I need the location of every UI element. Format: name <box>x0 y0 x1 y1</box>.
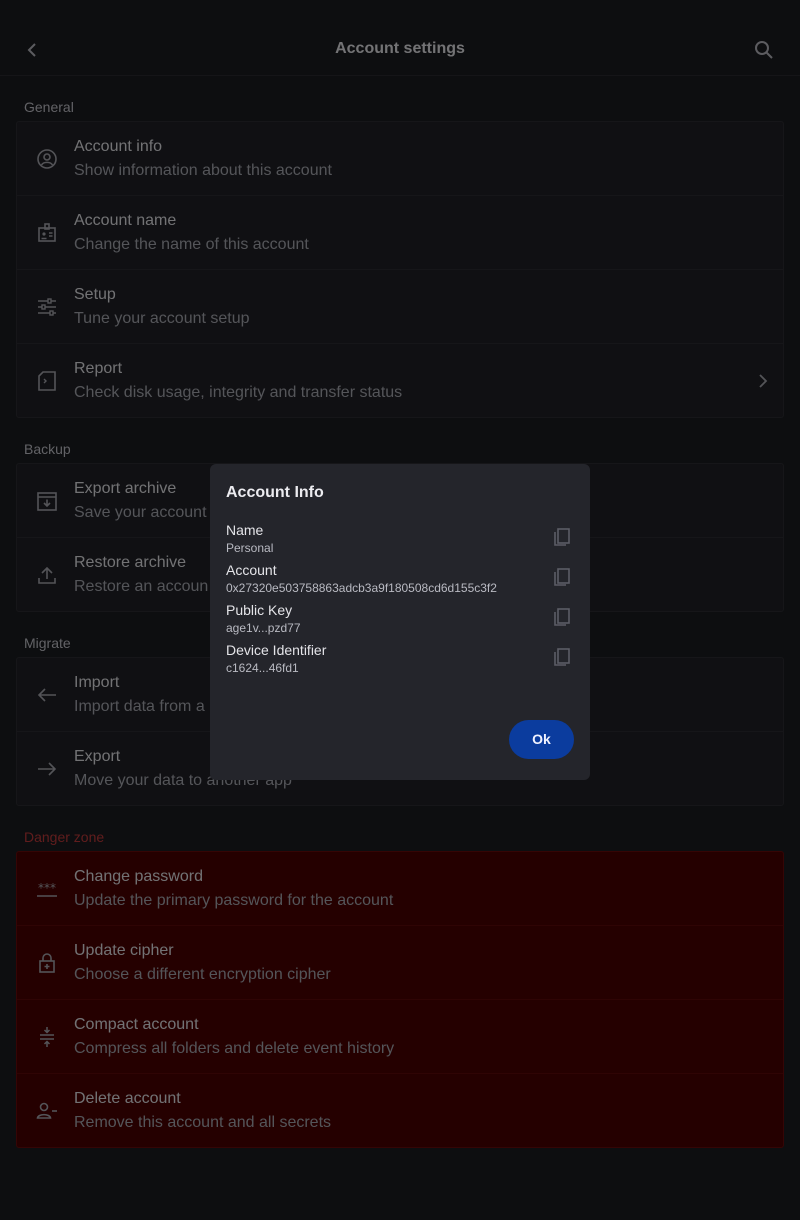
copy-button[interactable] <box>551 645 573 667</box>
info-field-name: Name Personal <box>226 522 574 558</box>
field-label: Account <box>226 562 277 578</box>
copy-button[interactable] <box>551 525 573 547</box>
field-label: Name <box>226 522 264 538</box>
copy-icon <box>554 568 570 586</box>
field-value: Personal <box>226 541 274 555</box>
account-info-dialog: Account Info Name Personal Account 0x273… <box>210 464 590 780</box>
copy-icon <box>554 528 570 546</box>
ok-button[interactable]: Ok <box>509 720 574 759</box>
copy-button[interactable] <box>551 605 573 627</box>
copy-icon <box>554 648 570 666</box>
field-label: Device Identifier <box>226 642 327 658</box>
info-field-public-key: Public Key age1v...pzd77 <box>226 602 574 638</box>
field-label: Public Key <box>226 602 293 618</box>
copy-icon <box>554 608 570 626</box>
field-value: age1v...pzd77 <box>226 621 301 635</box>
field-value: 0x27320e503758863adcb3a9f180508cd6d155c3… <box>226 581 497 595</box>
copy-button[interactable] <box>551 565 573 587</box>
field-value: c1624...46fd1 <box>226 661 299 675</box>
dialog-title: Account Info <box>226 484 324 501</box>
info-field-account: Account 0x27320e503758863adcb3a9f180508c… <box>226 562 574 598</box>
info-field-device-identifier: Device Identifier c1624...46fd1 <box>226 642 574 678</box>
